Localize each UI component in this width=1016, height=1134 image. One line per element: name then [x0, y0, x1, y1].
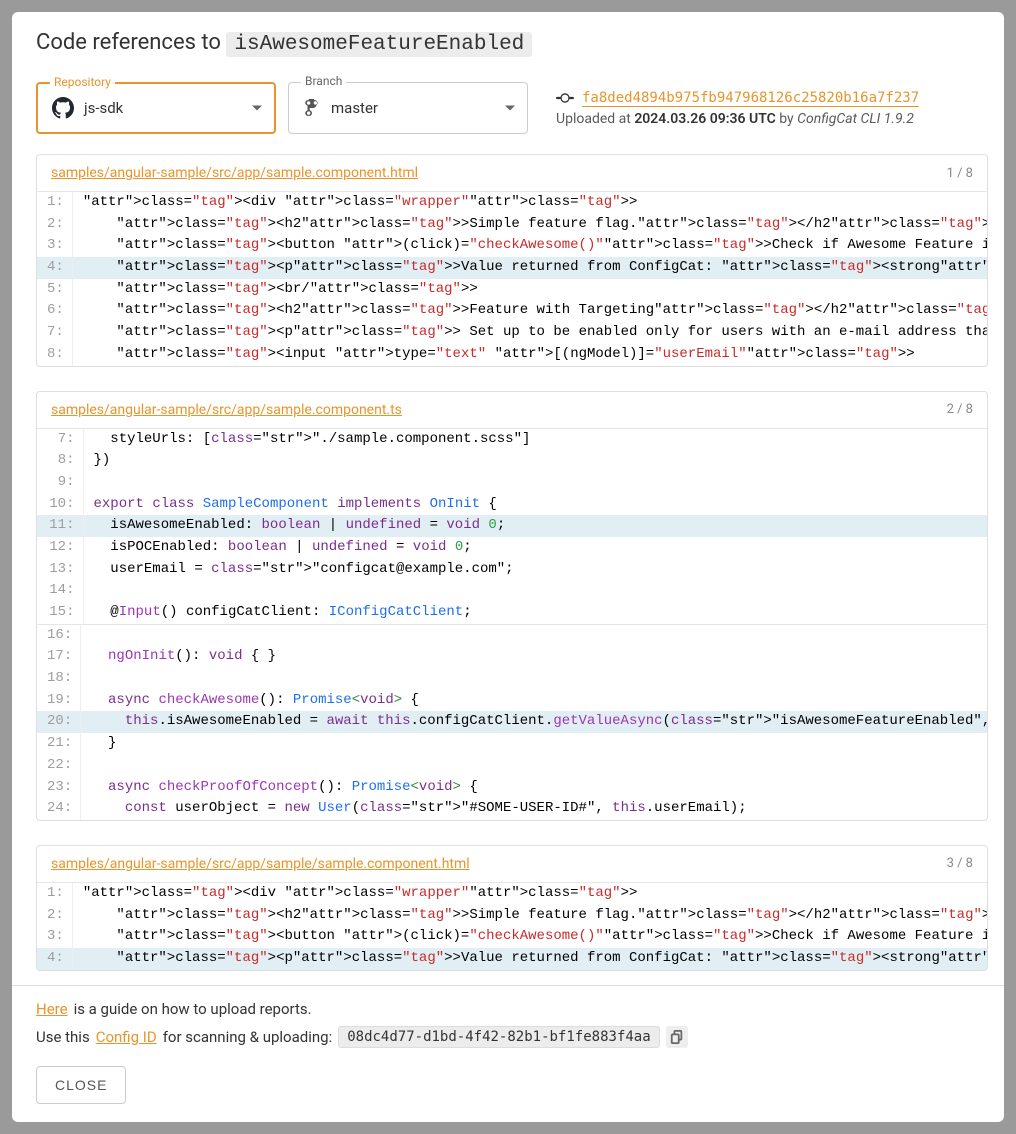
- code-line: 1:"attr">class="tag"><div "attr">class="…: [37, 883, 988, 905]
- repository-select[interactable]: Repository js-sdk: [36, 82, 276, 134]
- file-path-link[interactable]: samples/angular-sample/src/app/sample/sa…: [51, 856, 470, 872]
- copy-config-id-button[interactable]: [666, 1026, 688, 1048]
- code-block: 1:"attr">class="tag"><div "attr">class="…: [37, 883, 988, 970]
- code-block: 7: styleUrls: [class="str">"./sample.com…: [37, 429, 987, 624]
- branch-label: Branch: [301, 74, 346, 88]
- code-line: 2: "attr">class="tag"><h2"attr">class="t…: [37, 214, 988, 236]
- code-line: 18:: [37, 668, 988, 690]
- code-line: 12: isPOCEnabled: boolean | undefined = …: [37, 537, 987, 559]
- code-line: 4: "attr">class="tag"><p"attr">class="ta…: [37, 257, 988, 279]
- code-block: 16:17: ngOnInit(): void { }18:19: async …: [37, 625, 988, 820]
- file-counter: 1 / 8: [947, 166, 973, 181]
- code-line: 5: "attr">class="tag"><br/"attr">class="…: [37, 279, 988, 301]
- file-card: samples/angular-sample/src/app/sample/sa…: [36, 845, 988, 971]
- uploaded-timestamp: 2024.03.26 09:36 UTC: [634, 111, 775, 127]
- guide-link[interactable]: Here: [36, 1000, 68, 1018]
- file-header: samples/angular-sample/src/app/sample.co…: [37, 392, 987, 429]
- code-line: 3: "attr">class="tag"><button "attr">(cl…: [37, 235, 988, 257]
- copy-icon: [670, 1030, 684, 1044]
- code-line: 7: styleUrls: [class="str">"./sample.com…: [37, 429, 987, 451]
- upload-meta: Uploaded at 2024.03.26 09:36 UTC by Conf…: [556, 111, 919, 127]
- file-counter: 3 / 8: [947, 856, 973, 871]
- title-flag-name: isAwesomeFeatureEnabled: [226, 32, 532, 57]
- code-line: 14:: [37, 580, 987, 602]
- chevron-down-icon: [505, 106, 515, 111]
- use-this-text: Use this: [36, 1028, 90, 1046]
- repository-label: Repository: [50, 75, 115, 89]
- file-header: samples/angular-sample/src/app/sample.co…: [37, 155, 987, 192]
- guide-text: is a guide on how to upload reports.: [74, 1000, 312, 1018]
- code-line: 19: async checkAwesome(): Promise<void> …: [37, 690, 988, 712]
- code-line: 1:"attr">class="tag"><div "attr">class="…: [37, 192, 988, 214]
- file-card: samples/angular-sample/src/app/sample.co…: [36, 391, 988, 821]
- commit-icon: [556, 89, 574, 107]
- code-line: 9:: [37, 472, 987, 494]
- results-scroll-area[interactable]: samples/angular-sample/src/app/sample.co…: [12, 154, 1004, 985]
- code-line: 15: @Input() configCatClient: IConfigCat…: [37, 602, 987, 624]
- code-line: 8: "attr">class="tag"><input "attr">type…: [37, 344, 988, 366]
- uploaded-prefix: Uploaded at: [556, 111, 634, 127]
- modal-title: Code references to isAwesomeFeatureEnabl…: [36, 30, 980, 56]
- code-line: 17: ngOnInit(): void { }: [37, 646, 988, 668]
- code-line: 6: "attr">class="tag"><h2"attr">class="t…: [37, 300, 988, 322]
- commit-hash-link[interactable]: fa8ded4894b975fb947968126c25820b16a7f237: [582, 90, 919, 107]
- modal-header: Code references to isAwesomeFeatureEnabl…: [12, 12, 1004, 66]
- file-counter: 2 / 8: [947, 402, 973, 417]
- code-line: 24: const userObject = new User(class="s…: [37, 798, 988, 820]
- code-line: 2: "attr">class="tag"><h2"attr">class="t…: [37, 905, 988, 927]
- commit-info: fa8ded4894b975fb947968126c25820b16a7f237…: [556, 89, 919, 127]
- controls-row: Repository js-sdk Branch master fa8ded48…: [12, 66, 1004, 154]
- code-line: 22:: [37, 755, 988, 777]
- file-path-link[interactable]: samples/angular-sample/src/app/sample.co…: [51, 165, 418, 181]
- config-id-value: 08dc4d77-d1bd-4f42-82b1-bf1fe883f4aa: [338, 1026, 659, 1048]
- code-references-modal: Code references to isAwesomeFeatureEnabl…: [12, 12, 1004, 1122]
- code-line: 13: userEmail = class="str">"configcat@e…: [37, 559, 987, 581]
- repository-value: js-sdk: [84, 99, 123, 117]
- file-card: samples/angular-sample/src/app/sample.co…: [36, 154, 988, 367]
- file-header: samples/angular-sample/src/app/sample/sa…: [37, 846, 987, 883]
- code-block: 1:"attr">class="tag"><div "attr">class="…: [37, 192, 988, 366]
- scan-tail-text: for scanning & uploading:: [163, 1028, 333, 1046]
- file-path-link[interactable]: samples/angular-sample/src/app/sample.co…: [51, 402, 402, 418]
- modal-footer: Here is a guide on how to upload reports…: [12, 985, 1004, 1122]
- code-line: 4: "attr">class="tag"><p"attr">class="ta…: [37, 948, 988, 970]
- code-line: 11: isAwesomeEnabled: boolean | undefine…: [37, 515, 987, 537]
- branch-value: master: [331, 99, 378, 117]
- code-line: 16:: [37, 625, 988, 647]
- uploaded-by-label: by: [776, 111, 797, 127]
- close-button[interactable]: CLOSE: [36, 1066, 126, 1104]
- branch-select[interactable]: Branch master: [288, 82, 528, 134]
- code-line: 21: }: [37, 733, 988, 755]
- github-icon: [52, 97, 74, 119]
- code-line: 3: "attr">class="tag"><button "attr">(cl…: [37, 926, 988, 948]
- code-line: 7: "attr">class="tag"><p"attr">class="ta…: [37, 322, 988, 344]
- code-line: 8:}): [37, 450, 987, 472]
- code-line: 20: this.isAwesomeEnabled = await this.c…: [37, 711, 988, 733]
- chevron-down-icon: [252, 106, 262, 111]
- branch-icon: [303, 99, 321, 117]
- config-id-link[interactable]: Config ID: [96, 1028, 157, 1046]
- uploader-name: ConfigCat CLI 1.9.2: [797, 111, 914, 127]
- title-prefix: Code references to: [36, 30, 226, 55]
- code-line: 23: async checkProofOfConcept(): Promise…: [37, 777, 988, 799]
- code-line: 10:export class SampleComponent implemen…: [37, 494, 987, 516]
